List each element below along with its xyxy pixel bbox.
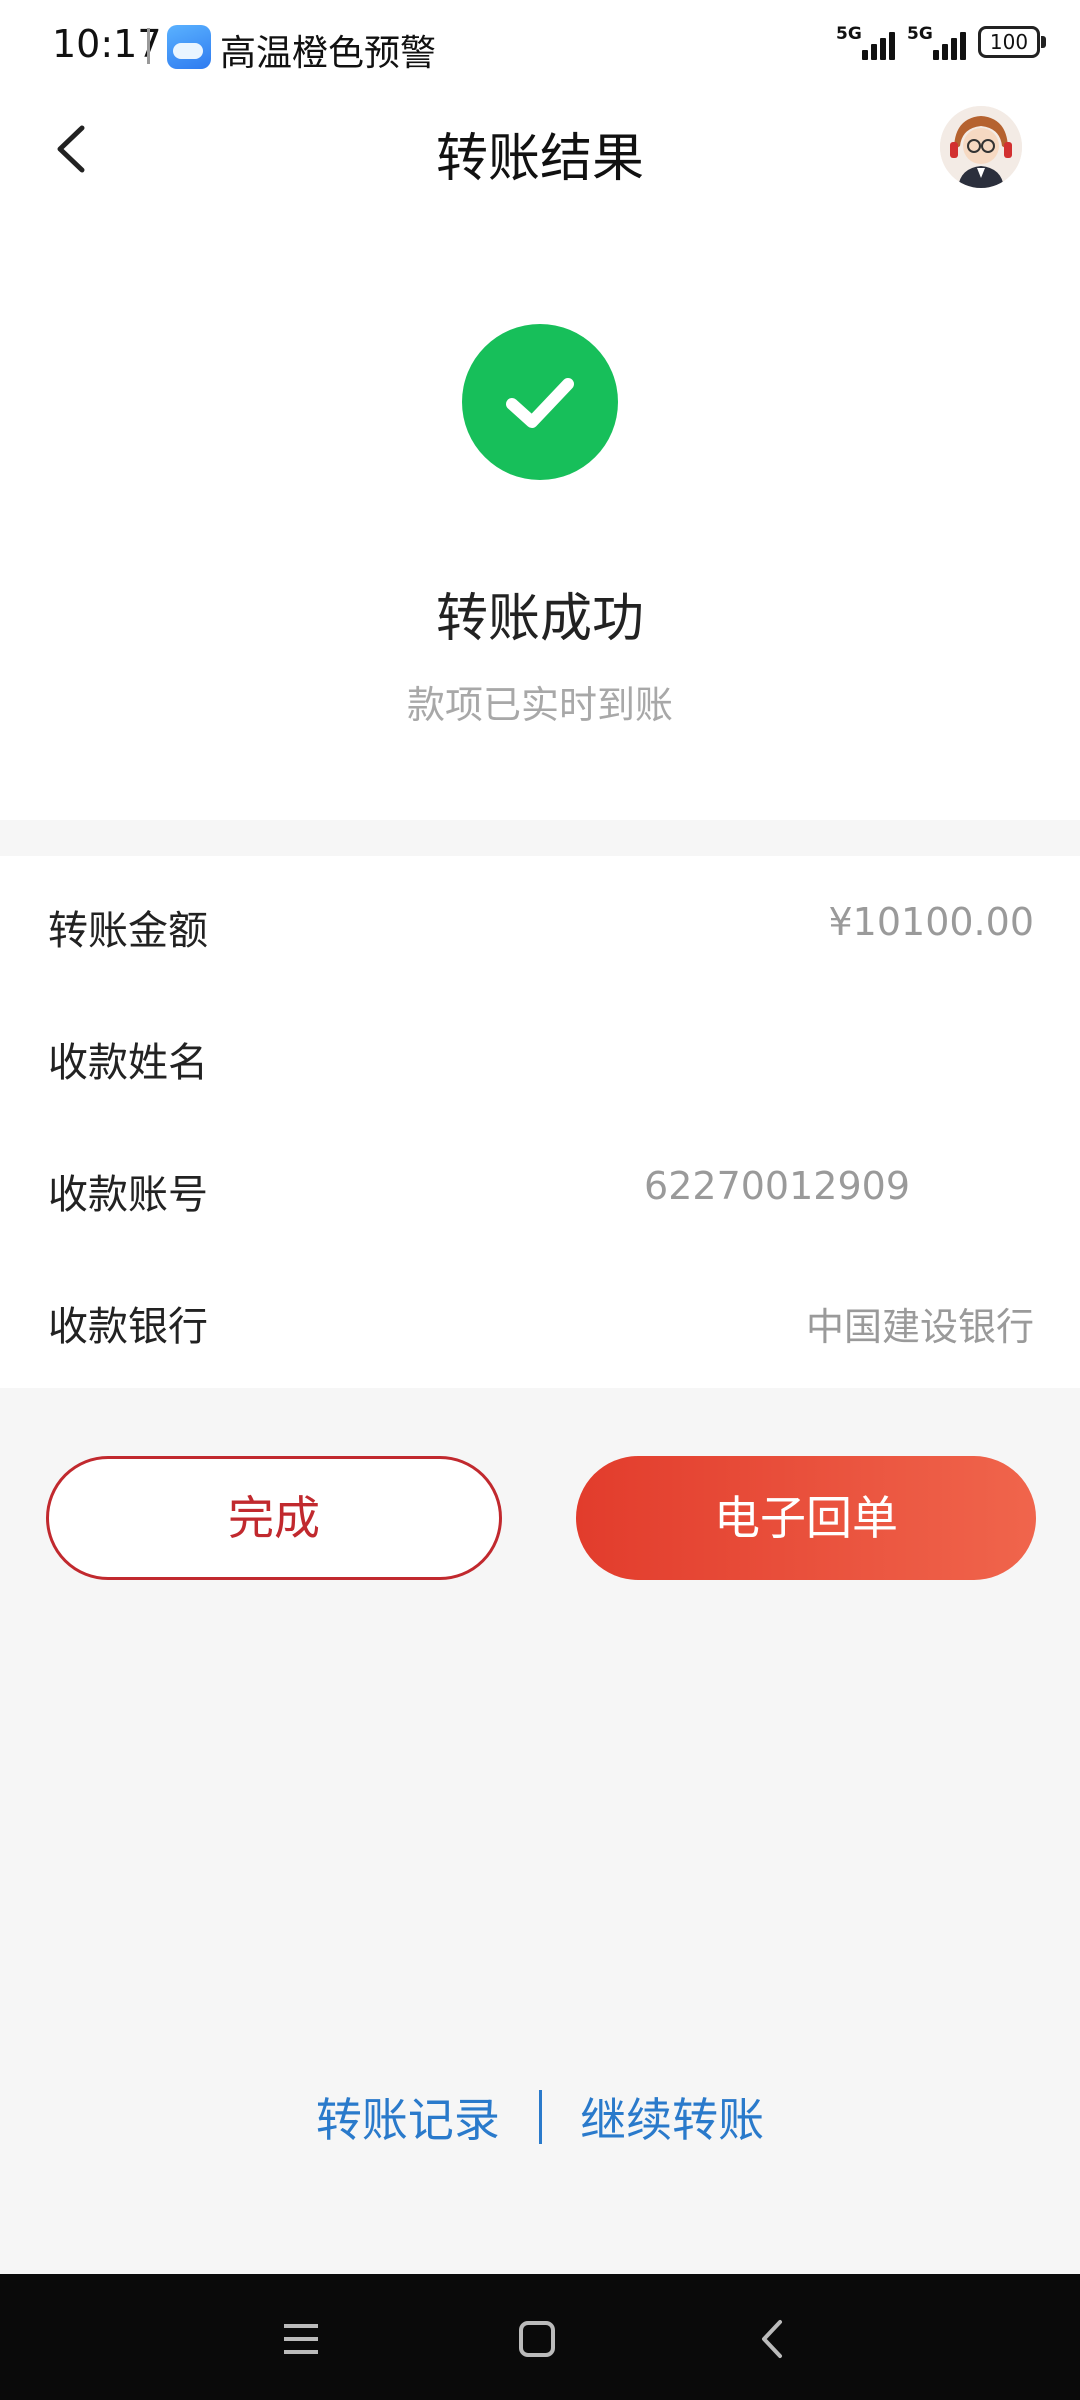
checkmark-icon: [506, 378, 574, 428]
detail-label: 转账金额: [48, 908, 208, 954]
signal-icon: 5G: [836, 24, 895, 60]
result-panel: 转账成功 款项已实时到账: [0, 206, 1080, 820]
weather-alert-text: 高温橙色预警: [220, 33, 437, 74]
menu-button[interactable]: [276, 2314, 326, 2364]
status-bar: 10:17 高温橙色预警 5G 5G 100: [0, 0, 1080, 96]
done-button[interactable]: 完成: [46, 1456, 502, 1580]
system-nav-bar: [0, 2274, 1080, 2400]
result-subtitle: 款项已实时到账: [406, 683, 673, 727]
result-title: 转账成功: [435, 589, 644, 649]
detail-row-bank: 收款银行 中国建设银行: [0, 1252, 1080, 1384]
footer-links: 转账记录 继续转账: [0, 2084, 1080, 2150]
detail-label: 收款账号: [48, 1172, 208, 1218]
page-title: 转账结果: [435, 129, 644, 189]
detail-label: 收款银行: [48, 1304, 208, 1350]
transfer-records-link[interactable]: 转账记录: [316, 2084, 500, 2150]
detail-value: 中国建设银行: [805, 1305, 1034, 1349]
battery-icon: 100: [978, 26, 1046, 58]
signal-icon: 5G: [907, 24, 966, 60]
nav-back-button[interactable]: [748, 2314, 798, 2364]
status-indicators: 5G 5G 100: [836, 24, 1046, 60]
footer-divider: [538, 2090, 542, 2144]
detail-row-amount: 转账金额 ¥10100.00: [0, 856, 1080, 988]
network-type-label: 5G: [907, 24, 933, 44]
continue-transfer-link[interactable]: 继续转账: [580, 2084, 764, 2150]
detail-row-account: 收款账号 62270012909: [0, 1120, 1080, 1252]
detail-row-payee-name: 收款姓名: [0, 988, 1080, 1120]
weather-icon: [167, 25, 211, 69]
detail-label: 收款姓名: [48, 1040, 208, 1086]
avatar-icon: [940, 106, 1022, 188]
network-type-label: 5G: [836, 24, 862, 44]
detail-value: ¥10100.00: [828, 900, 1035, 944]
avatar[interactable]: [940, 106, 1022, 188]
e-receipt-button[interactable]: 电子回单: [576, 1456, 1036, 1580]
status-time: 10:17: [52, 22, 162, 66]
transfer-details: 转账金额 ¥10100.00 收款姓名 收款账号 62270012909 收款银…: [0, 856, 1080, 1388]
home-icon: [519, 2321, 555, 2357]
back-icon: [762, 2320, 782, 2358]
menu-icon: [284, 2324, 318, 2354]
check-circle-icon: [462, 324, 618, 480]
status-divider: [147, 28, 150, 64]
home-button[interactable]: [512, 2314, 562, 2364]
detail-value: 62270012909: [644, 1164, 910, 1208]
app-header: 转账结果: [0, 96, 1080, 206]
